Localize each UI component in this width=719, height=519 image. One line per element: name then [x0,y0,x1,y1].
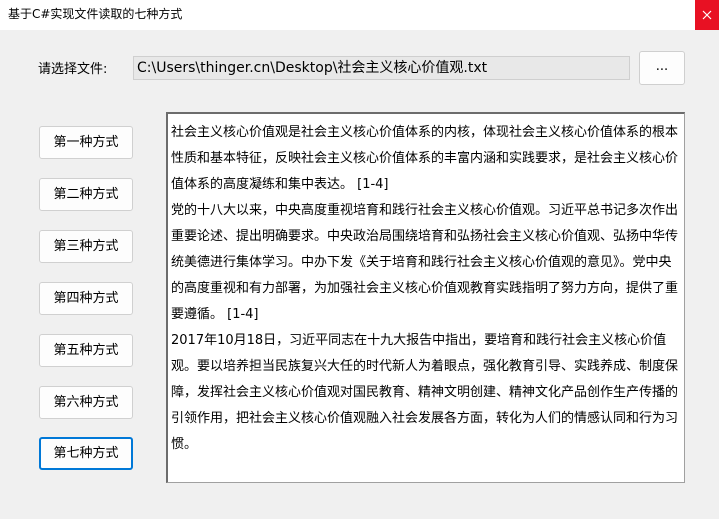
method-7-button[interactable]: 第七种方式 [39,437,133,470]
title-bar[interactable]: 基于C#实现文件读取的七种方式 [0,0,719,30]
window-title: 基于C#实现文件读取的七种方式 [8,7,183,21]
method-5-button[interactable]: 第五种方式 [39,334,133,367]
close-button[interactable] [695,0,719,30]
method-1-button[interactable]: 第一种方式 [39,126,133,159]
method-3-button[interactable]: 第三种方式 [39,230,133,263]
app-window: 基于C#实现文件读取的七种方式 请选择文件: C:\Users\thinger.… [0,0,719,519]
content-textarea[interactable]: 社会主义核心价值观是社会主义核心价值体系的内核，体现社会主义核心价值体系的根本性… [166,112,685,483]
method-2-button[interactable]: 第二种方式 [39,178,133,211]
content-paragraph: 党的十八大以来，中央高度重视培育和践行社会主义核心价值观。习近平总书记多次作出重… [171,203,679,322]
method-4-button[interactable]: 第四种方式 [39,282,133,315]
close-icon [702,10,712,20]
content-paragraph: 社会主义核心价值观是社会主义核心价值体系的内核，体现社会主义核心价值体系的根本性… [171,125,679,192]
method-6-button[interactable]: 第六种方式 [39,386,133,419]
file-path-field[interactable]: C:\Users\thinger.cn\Desktop\社会主义核心价值观.tx… [133,56,630,80]
browse-button[interactable]: ... [639,51,685,85]
file-label: 请选择文件: [38,62,108,77]
content-paragraph: 2017年10月18日，习近平同志在十九大报告中指出，要培育和践行社会主义核心价… [171,333,679,452]
